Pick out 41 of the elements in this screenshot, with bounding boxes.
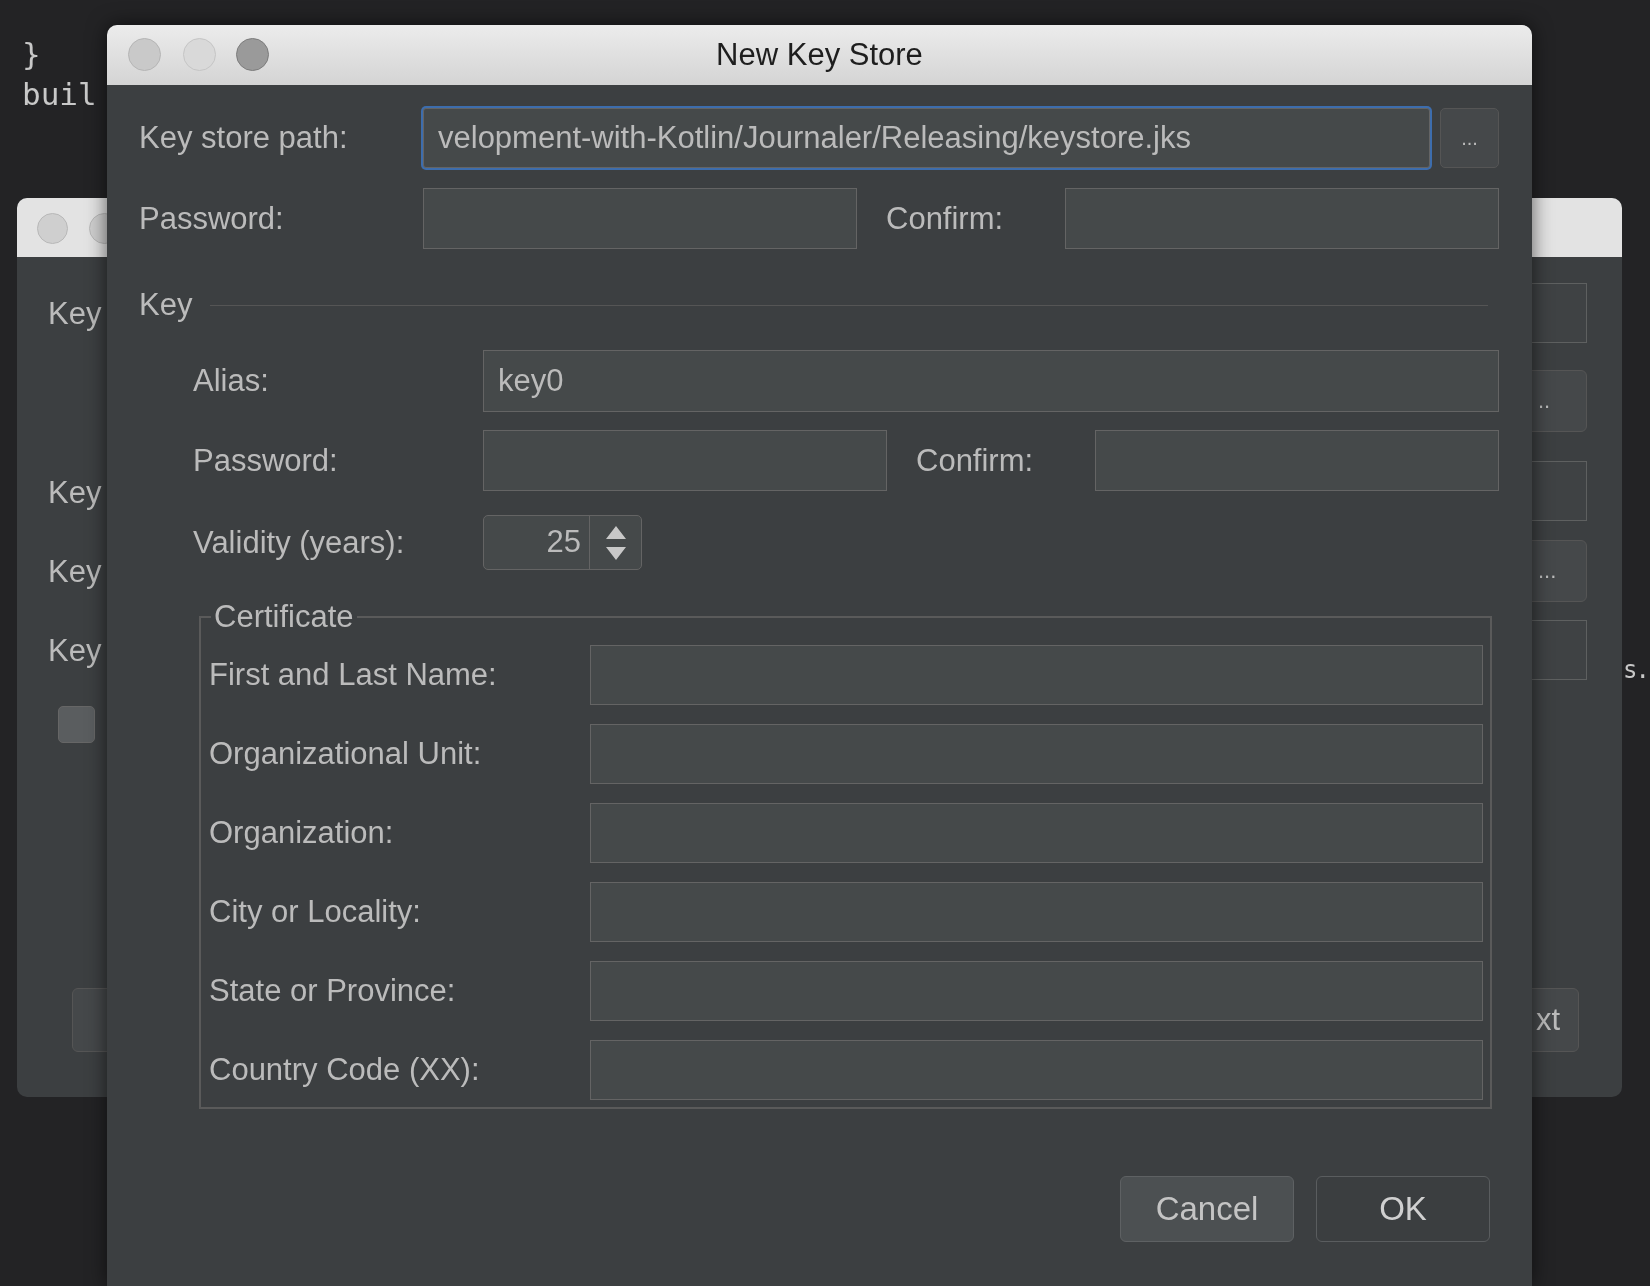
field-label: Country Code (XX): [209, 1051, 481, 1089]
input-field[interactable] [590, 724, 1483, 784]
field-label: Confirm: [916, 441, 1035, 480]
section-heading: Key [139, 286, 193, 324]
field-label: City or Locality: [209, 893, 422, 931]
browse-button[interactable]: ... [1440, 108, 1499, 168]
field-label: Key [48, 632, 102, 670]
code-text: s. [1623, 655, 1648, 686]
field-label: First and Last Name: [209, 656, 498, 694]
field-label: Alias: [193, 362, 270, 400]
field-label: Key [48, 474, 102, 512]
input-field[interactable] [590, 803, 1483, 863]
confirm-field[interactable] [1095, 430, 1499, 491]
code-text: } [22, 35, 41, 74]
input-field[interactable] [590, 645, 1483, 705]
field-label: Validity (years): [193, 523, 406, 562]
checkbox[interactable] [58, 706, 95, 743]
validity-spinner[interactable]: 25 [483, 515, 642, 570]
dialog-button[interactable]: OK [1316, 1176, 1490, 1242]
field-label: Key store path: [139, 119, 349, 157]
field-label: Key [48, 295, 102, 333]
password-field[interactable] [483, 430, 887, 491]
alias-field[interactable]: key0 [483, 350, 1499, 412]
password-field[interactable] [423, 188, 857, 249]
field-label: Key [48, 553, 102, 591]
window-title: New Key Store [716, 35, 923, 74]
input-field[interactable] [590, 1040, 1483, 1100]
dialog-button[interactable]: Cancel [1120, 1176, 1294, 1242]
group-heading: Certificate [213, 598, 355, 636]
field-label: State or Province: [209, 972, 457, 1010]
field-label: Password: [193, 441, 339, 480]
spinner-value: 25 [545, 523, 582, 562]
confirm-field[interactable] [1065, 188, 1499, 249]
input-field[interactable] [590, 882, 1483, 942]
field-label: Organization: [209, 814, 395, 852]
field-label: Password: [139, 199, 285, 238]
field-label: Confirm: [886, 199, 1005, 238]
input-field[interactable] [590, 961, 1483, 1021]
key-store-path-field[interactable]: velopment-with-Kotlin/Journaler/Releasing/keystore.jks [423, 108, 1430, 168]
code-text: buil [22, 75, 97, 114]
field-label: Organizational Unit: [209, 735, 483, 773]
